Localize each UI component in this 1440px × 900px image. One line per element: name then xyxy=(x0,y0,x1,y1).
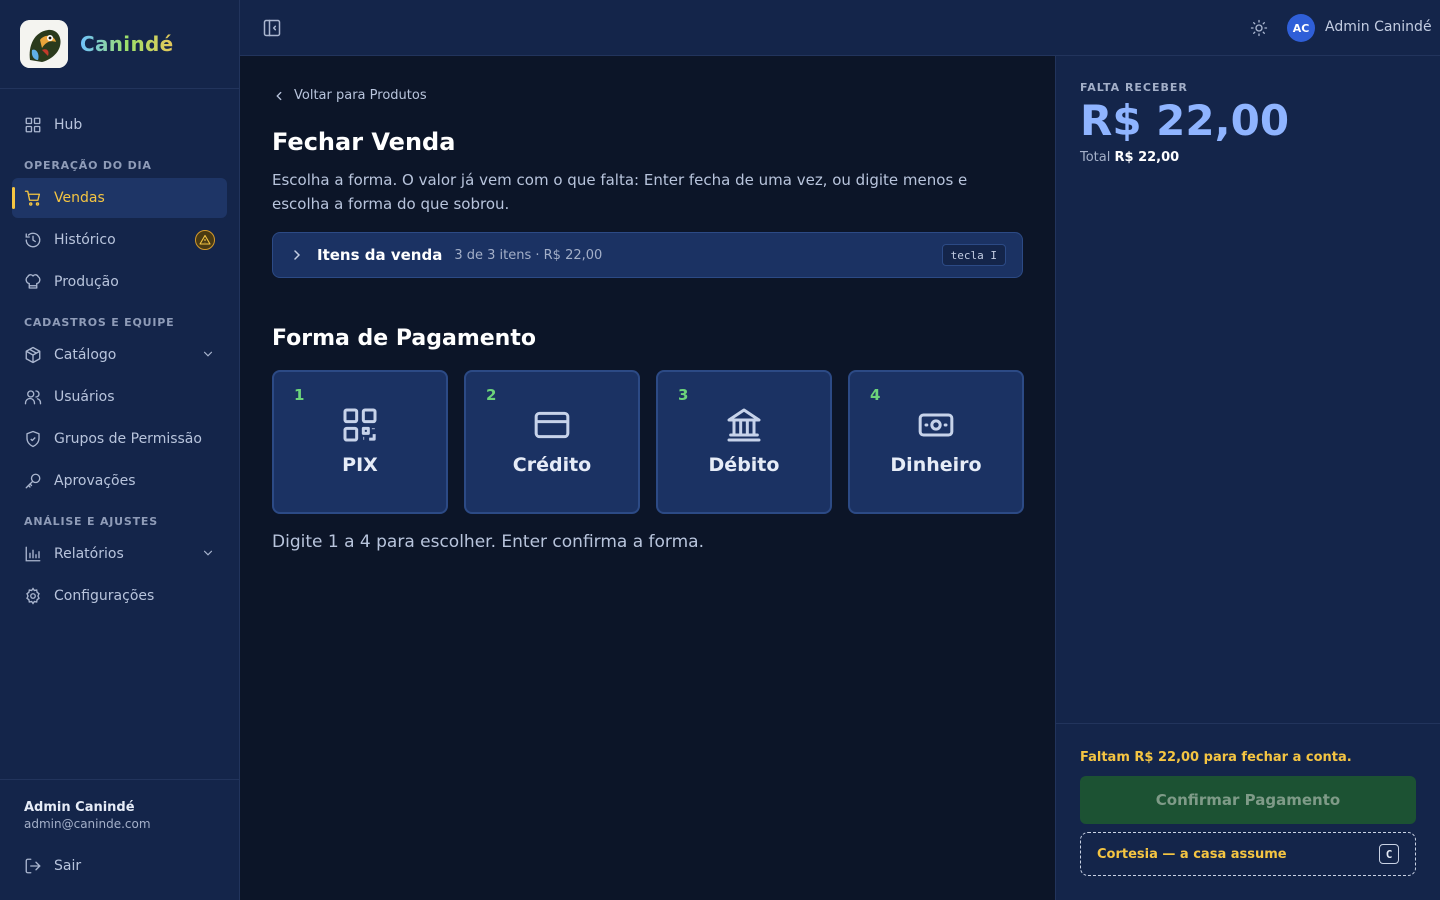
cart-icon xyxy=(24,189,42,207)
payment-method-pix[interactable]: 1 PIX xyxy=(272,370,448,514)
sidebar-item-label: Hub xyxy=(54,117,83,133)
sidebar-item-label: Histórico xyxy=(54,232,116,248)
sale-items-meta: 3 de 3 itens · R$ 22,00 xyxy=(454,247,603,263)
payment-methods: 1 PIX 2 Crédito 3 Débito 4 Dinheiro xyxy=(272,370,1024,514)
sidebar-item-aprovacoes[interactable]: Aprovações xyxy=(12,461,227,501)
sidebar-item-historico[interactable]: Histórico xyxy=(12,220,227,260)
sidebar-toggle-icon[interactable] xyxy=(262,18,282,38)
sidebar-item-producao[interactable]: Produção xyxy=(12,262,227,302)
sidebar-item-usuarios[interactable]: Usuários xyxy=(12,377,227,417)
main-content: Voltar para Produtos Fechar Venda Escolh… xyxy=(240,56,1055,900)
bar-chart-icon xyxy=(24,545,42,563)
sidebar-item-label: Vendas xyxy=(54,190,105,206)
section-label-operacao: OPERAÇÃO DO DIA xyxy=(24,159,152,172)
sidebar-item-vendas[interactable]: Vendas xyxy=(12,178,227,218)
sidebar: Canindé Hub OPERAÇÃO DO DIA Vendas Histó… xyxy=(0,0,240,900)
keyboard-instructions: Digite 1 a 4 para escolher. Enter confir… xyxy=(272,532,705,552)
courtesy-button[interactable]: Cortesia — a casa assume C xyxy=(1080,832,1416,876)
payment-method-key: 4 xyxy=(870,386,881,404)
brand[interactable]: Canindé xyxy=(0,0,239,89)
total-label: Total xyxy=(1080,150,1115,165)
sidebar-item-label: Catálogo xyxy=(54,347,117,363)
brand-logo xyxy=(20,20,68,68)
sidebar-item-configuracoes[interactable]: Configurações xyxy=(12,576,227,616)
sidebar-item-grupos[interactable]: Grupos de Permissão xyxy=(12,419,227,459)
sidebar-item-label: Relatórios xyxy=(54,546,124,562)
courtesy-label: Cortesia — a casa assume xyxy=(1097,846,1287,862)
avatar[interactable]: AC xyxy=(1287,14,1315,42)
credit-card-icon xyxy=(532,405,572,445)
sale-items-title: Itens da venda xyxy=(317,246,443,264)
banknote-icon xyxy=(916,405,956,445)
payment-method-label: Crédito xyxy=(512,454,592,476)
sidebar-item-hub[interactable]: Hub xyxy=(12,105,227,145)
sun-icon[interactable] xyxy=(1250,19,1268,37)
sidebar-nav: Hub OPERAÇÃO DO DIA Vendas Histórico Pro… xyxy=(0,89,239,616)
total-line: Total R$ 22,00 xyxy=(1080,150,1179,165)
logout-button[interactable]: Sair xyxy=(24,857,216,875)
warning-icon xyxy=(195,230,215,250)
payment-method-debito[interactable]: 3 Débito xyxy=(656,370,832,514)
sidebar-item-label: Aprovações xyxy=(54,473,136,489)
payment-method-credito[interactable]: 2 Crédito xyxy=(464,370,640,514)
chevron-down-icon[interactable] xyxy=(201,347,215,361)
chevron-down-icon[interactable] xyxy=(201,546,215,560)
page-description: Escolha a forma. O valor já vem com o qu… xyxy=(272,171,968,213)
payment-method-label: PIX xyxy=(342,454,378,476)
chevron-right-icon xyxy=(289,247,305,263)
footer-user-name: Admin Canindé xyxy=(24,800,135,815)
total-value: R$ 22,00 xyxy=(1114,150,1180,165)
sidebar-item-relatorios[interactable]: Relatórios xyxy=(12,534,227,574)
sidebar-item-label: Grupos de Permissão xyxy=(54,431,202,447)
summary-footer: Faltam R$ 22,00 para fechar a conta. Con… xyxy=(1056,723,1440,900)
sidebar-item-label: Produção xyxy=(54,274,119,290)
section-label-analise: ANÁLISE E AJUSTES xyxy=(24,515,158,528)
sidebar-item-catalogo[interactable]: Catálogo xyxy=(12,335,227,375)
back-link[interactable]: Voltar para Produtos xyxy=(272,88,427,103)
gear-icon xyxy=(24,587,42,605)
sidebar-item-label: Configurações xyxy=(54,588,155,604)
logout-label: Sair xyxy=(54,858,82,874)
footer-user-email: admin@caninde.com xyxy=(24,817,151,831)
grid-icon xyxy=(24,116,42,134)
payment-method-key: 1 xyxy=(294,386,305,404)
remaining-amount: R$ 22,00 xyxy=(1080,96,1290,145)
sale-items-toggle[interactable]: Itens da venda 3 de 3 itens · R$ 22,00 t… xyxy=(272,232,1023,278)
package-icon xyxy=(24,346,42,364)
topbar-user-name[interactable]: Admin Canindé xyxy=(1325,19,1432,35)
payment-summary-panel: FALTA RECEBER R$ 22,00 Total R$ 22,00 Fa… xyxy=(1055,56,1440,900)
payment-method-dinheiro[interactable]: 4 Dinheiro xyxy=(848,370,1024,514)
shield-icon xyxy=(24,430,42,448)
history-icon xyxy=(24,231,42,249)
payment-method-label: Dinheiro xyxy=(890,454,982,476)
back-link-label: Voltar para Produtos xyxy=(294,88,427,103)
sidebar-footer: Admin Canindé admin@caninde.com Sair xyxy=(0,779,240,900)
keyboard-hint: tecla I xyxy=(941,244,1006,266)
remaining-label: FALTA RECEBER xyxy=(1080,81,1188,94)
key-icon xyxy=(24,472,42,490)
chef-hat-icon xyxy=(24,273,42,291)
brand-name: Canindé xyxy=(80,32,174,56)
payment-method-key: 2 xyxy=(486,386,497,404)
section-label-cadastros: CADASTROS E EQUIPE xyxy=(24,316,175,329)
payment-section-title: Forma de Pagamento xyxy=(272,326,536,351)
courtesy-key-hint: C xyxy=(1379,844,1399,864)
confirm-payment-button[interactable]: Confirmar Pagamento xyxy=(1080,776,1416,824)
remaining-notice: Faltam R$ 22,00 para fechar a conta. xyxy=(1080,750,1352,765)
sidebar-item-label: Usuários xyxy=(54,389,115,405)
chevron-left-icon xyxy=(272,89,286,103)
qr-code-icon xyxy=(340,405,380,445)
logout-icon xyxy=(24,857,42,875)
payment-method-label: Débito xyxy=(708,454,780,476)
top-bar: AC Admin Canindé xyxy=(240,0,1440,56)
users-icon xyxy=(24,388,42,406)
payment-method-key: 3 xyxy=(678,386,689,404)
page-title: Fechar Venda xyxy=(272,128,456,156)
bank-icon xyxy=(724,405,764,445)
